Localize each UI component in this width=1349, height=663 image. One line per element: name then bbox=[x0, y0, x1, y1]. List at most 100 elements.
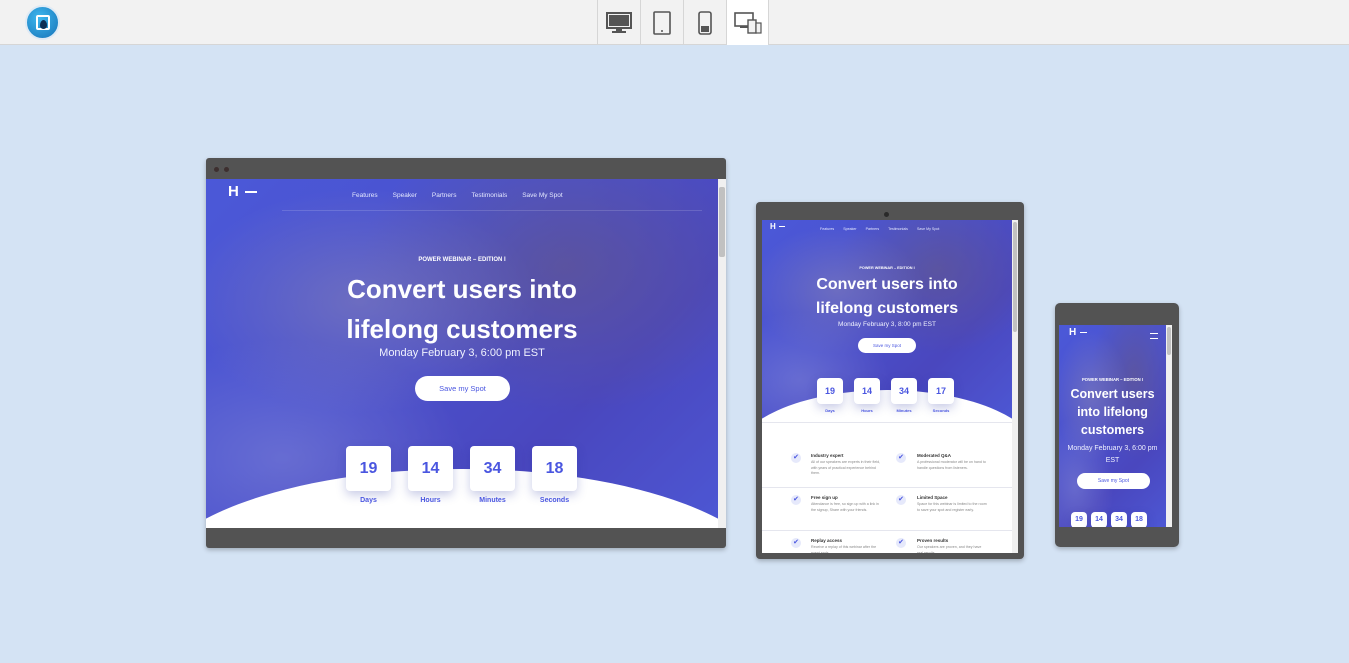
mobile-countdown: 19 14 34 18 bbox=[1071, 512, 1147, 527]
nav-item-partners[interactable]: Partners bbox=[432, 192, 457, 199]
mobile-headline-line-3: customers bbox=[1080, 423, 1145, 437]
event-eyebrow: POWER WEBINAR – EDITION I bbox=[418, 257, 506, 263]
nav-item-testimonials[interactable]: Testimonials bbox=[471, 192, 507, 199]
scrollbar-thumb[interactable] bbox=[719, 187, 725, 257]
check-icon: ✔ bbox=[791, 495, 801, 505]
tablet-nav-save-my-spot[interactable]: Save My Spot bbox=[917, 227, 939, 231]
tablet-nav-features[interactable]: Features bbox=[820, 227, 834, 231]
countdown-days: 19 Days bbox=[346, 446, 391, 504]
tablet-headline-line-2: lifelong customers bbox=[815, 300, 959, 317]
features-row: ✔ Replay access Receive a replay of this… bbox=[762, 530, 1012, 553]
tablet-scrollbar-thumb[interactable] bbox=[1013, 222, 1017, 332]
check-icon: ✔ bbox=[791, 538, 801, 548]
mobile-seconds-value: 18 bbox=[1131, 512, 1147, 527]
countdown-hours-label: Hours bbox=[420, 497, 441, 504]
tablet-brand-letter: H bbox=[770, 222, 776, 231]
mobile-headline-line-1: Convert users bbox=[1070, 387, 1155, 401]
tablet-nav-testimonials[interactable]: Testimonials bbox=[888, 227, 908, 231]
nav-item-save-my-spot[interactable]: Save My Spot bbox=[522, 192, 562, 199]
desktop-icon bbox=[606, 11, 632, 33]
mobile-headline: Convert users into lifelong customers bbox=[1059, 385, 1166, 439]
feature-title: Free sign up bbox=[811, 495, 838, 500]
desktop-scrollbar[interactable] bbox=[718, 179, 726, 528]
countdown-hours: 14 Hours bbox=[408, 446, 453, 504]
brand-mark bbox=[245, 191, 258, 194]
responsive-view-button[interactable] bbox=[726, 0, 769, 45]
tablet-brand-logo[interactable]: H bbox=[770, 222, 786, 231]
app-logo[interactable] bbox=[25, 5, 60, 40]
tablet-seconds-label: Seconds bbox=[932, 408, 950, 413]
tablet-headline: Convert users into lifelong customers bbox=[762, 273, 1012, 321]
tablet-countdown-hours: 14 Hours bbox=[854, 378, 880, 413]
countdown-seconds-value: 18 bbox=[532, 446, 577, 491]
feature-text: A professional moderator will be on hand… bbox=[917, 460, 986, 470]
tablet-minutes-label: Minutes bbox=[896, 408, 912, 413]
feature-text: Receive a replay of this webinar after t… bbox=[811, 545, 877, 553]
desktop-view-button[interactable] bbox=[597, 0, 640, 45]
mobile-brand-logo[interactable]: H bbox=[1069, 327, 1088, 338]
tablet-hours-label: Hours bbox=[861, 408, 873, 413]
tablet-countdown: 19 Days 14 Hours 34 Minutes 17 Seconds bbox=[817, 378, 954, 413]
mobile-hours-value: 14 bbox=[1091, 512, 1107, 527]
tablet-seconds-value: 17 bbox=[928, 378, 954, 404]
mobile-scrollbar[interactable] bbox=[1166, 325, 1172, 527]
countdown-hours-value: 14 bbox=[408, 446, 453, 491]
nav-item-speaker[interactable]: Speaker bbox=[393, 192, 417, 199]
feature-text: All of our speakers are experts in their… bbox=[811, 460, 881, 475]
headline-line-2: lifelong customers bbox=[346, 314, 578, 344]
mobile-view-button[interactable] bbox=[683, 0, 726, 45]
mobile-date-line-1: Monday February 3, 6:00 pm bbox=[1067, 445, 1158, 452]
brand-letter: H bbox=[228, 183, 239, 200]
tablet-scrollbar[interactable] bbox=[1012, 220, 1018, 553]
desktop-preview-frame: H Features Speaker Partners Testimonials… bbox=[206, 158, 726, 548]
countdown-timer: 19 Days 14 Hours 34 Minutes 18 Seconds bbox=[346, 446, 577, 504]
feature-title: Moderated Q&A bbox=[917, 453, 952, 458]
tablet-camera bbox=[884, 212, 889, 217]
tablet-countdown-minutes: 34 Minutes bbox=[891, 378, 917, 413]
tablet-eyebrow: POWER WEBINAR – EDITION I bbox=[859, 266, 915, 270]
tablet-nav-menu: Features Speaker Partners Testimonials S… bbox=[820, 227, 939, 231]
nav-divider bbox=[282, 210, 702, 211]
nav-item-features[interactable]: Features bbox=[352, 192, 378, 199]
mobile-preview-screen[interactable]: H POWER WEBINAR – EDITION I Convert user… bbox=[1059, 325, 1172, 527]
hamburger-menu-icon[interactable] bbox=[1150, 333, 1158, 339]
tablet-brand-mark bbox=[779, 226, 786, 228]
top-toolbar bbox=[0, 0, 1349, 45]
mobile-icon bbox=[698, 10, 712, 35]
countdown-seconds: 18 Seconds bbox=[532, 446, 577, 504]
window-dot bbox=[224, 167, 229, 172]
tablet-features-section: ✔ Industry expert All of our speakers ar… bbox=[762, 420, 1018, 553]
tablet-hours-value: 14 bbox=[854, 378, 880, 404]
features-row: ✔ Free sign up Attendance is free, so si… bbox=[762, 487, 1012, 530]
feature-title: Replay access bbox=[811, 538, 843, 543]
mobile-date-line-2: EST bbox=[1105, 457, 1120, 464]
brand-logo[interactable]: H bbox=[228, 183, 258, 200]
device-switcher bbox=[597, 0, 769, 45]
check-icon: ✔ bbox=[896, 495, 906, 505]
mobile-headline-line-2: into lifelong bbox=[1077, 405, 1148, 419]
save-my-spot-button[interactable]: Save my Spot bbox=[415, 376, 510, 401]
tablet-nav-partners[interactable]: Partners bbox=[866, 227, 880, 231]
tablet-minutes-value: 34 bbox=[891, 378, 917, 404]
window-dot bbox=[214, 167, 219, 172]
check-icon: ✔ bbox=[896, 453, 906, 463]
tablet-view-button[interactable] bbox=[640, 0, 683, 45]
desktop-preview-screen[interactable]: H Features Speaker Partners Testimonials… bbox=[206, 179, 726, 528]
countdown-seconds-label: Seconds bbox=[539, 497, 570, 504]
countdown-minutes-value: 34 bbox=[470, 446, 515, 491]
responsive-icon bbox=[733, 11, 762, 34]
event-date: Monday February 3, 6:00 pm EST bbox=[379, 347, 545, 359]
hero-headline: Convert users into lifelong customers bbox=[206, 269, 718, 349]
countdown-days-value: 19 bbox=[346, 446, 391, 491]
tablet-save-my-spot-button[interactable]: Save my Spot bbox=[858, 338, 916, 353]
tablet-countdown-seconds: 17 Seconds bbox=[928, 378, 954, 413]
mobile-save-my-spot-button[interactable]: Save my Spot bbox=[1077, 473, 1150, 489]
mobile-scrollbar-thumb[interactable] bbox=[1167, 327, 1171, 355]
feature-title: Limited Space bbox=[917, 495, 948, 500]
tablet-nav-speaker[interactable]: Speaker bbox=[843, 227, 856, 231]
countdown-days-label: Days bbox=[360, 497, 377, 504]
logo-drop-icon bbox=[40, 20, 47, 29]
tablet-preview-screen[interactable]: H Features Speaker Partners Testimonials… bbox=[762, 220, 1018, 553]
tablet-countdown-days: 19 Days bbox=[817, 378, 843, 413]
feature-text: Our speakers are proven, and they have r… bbox=[917, 545, 982, 553]
